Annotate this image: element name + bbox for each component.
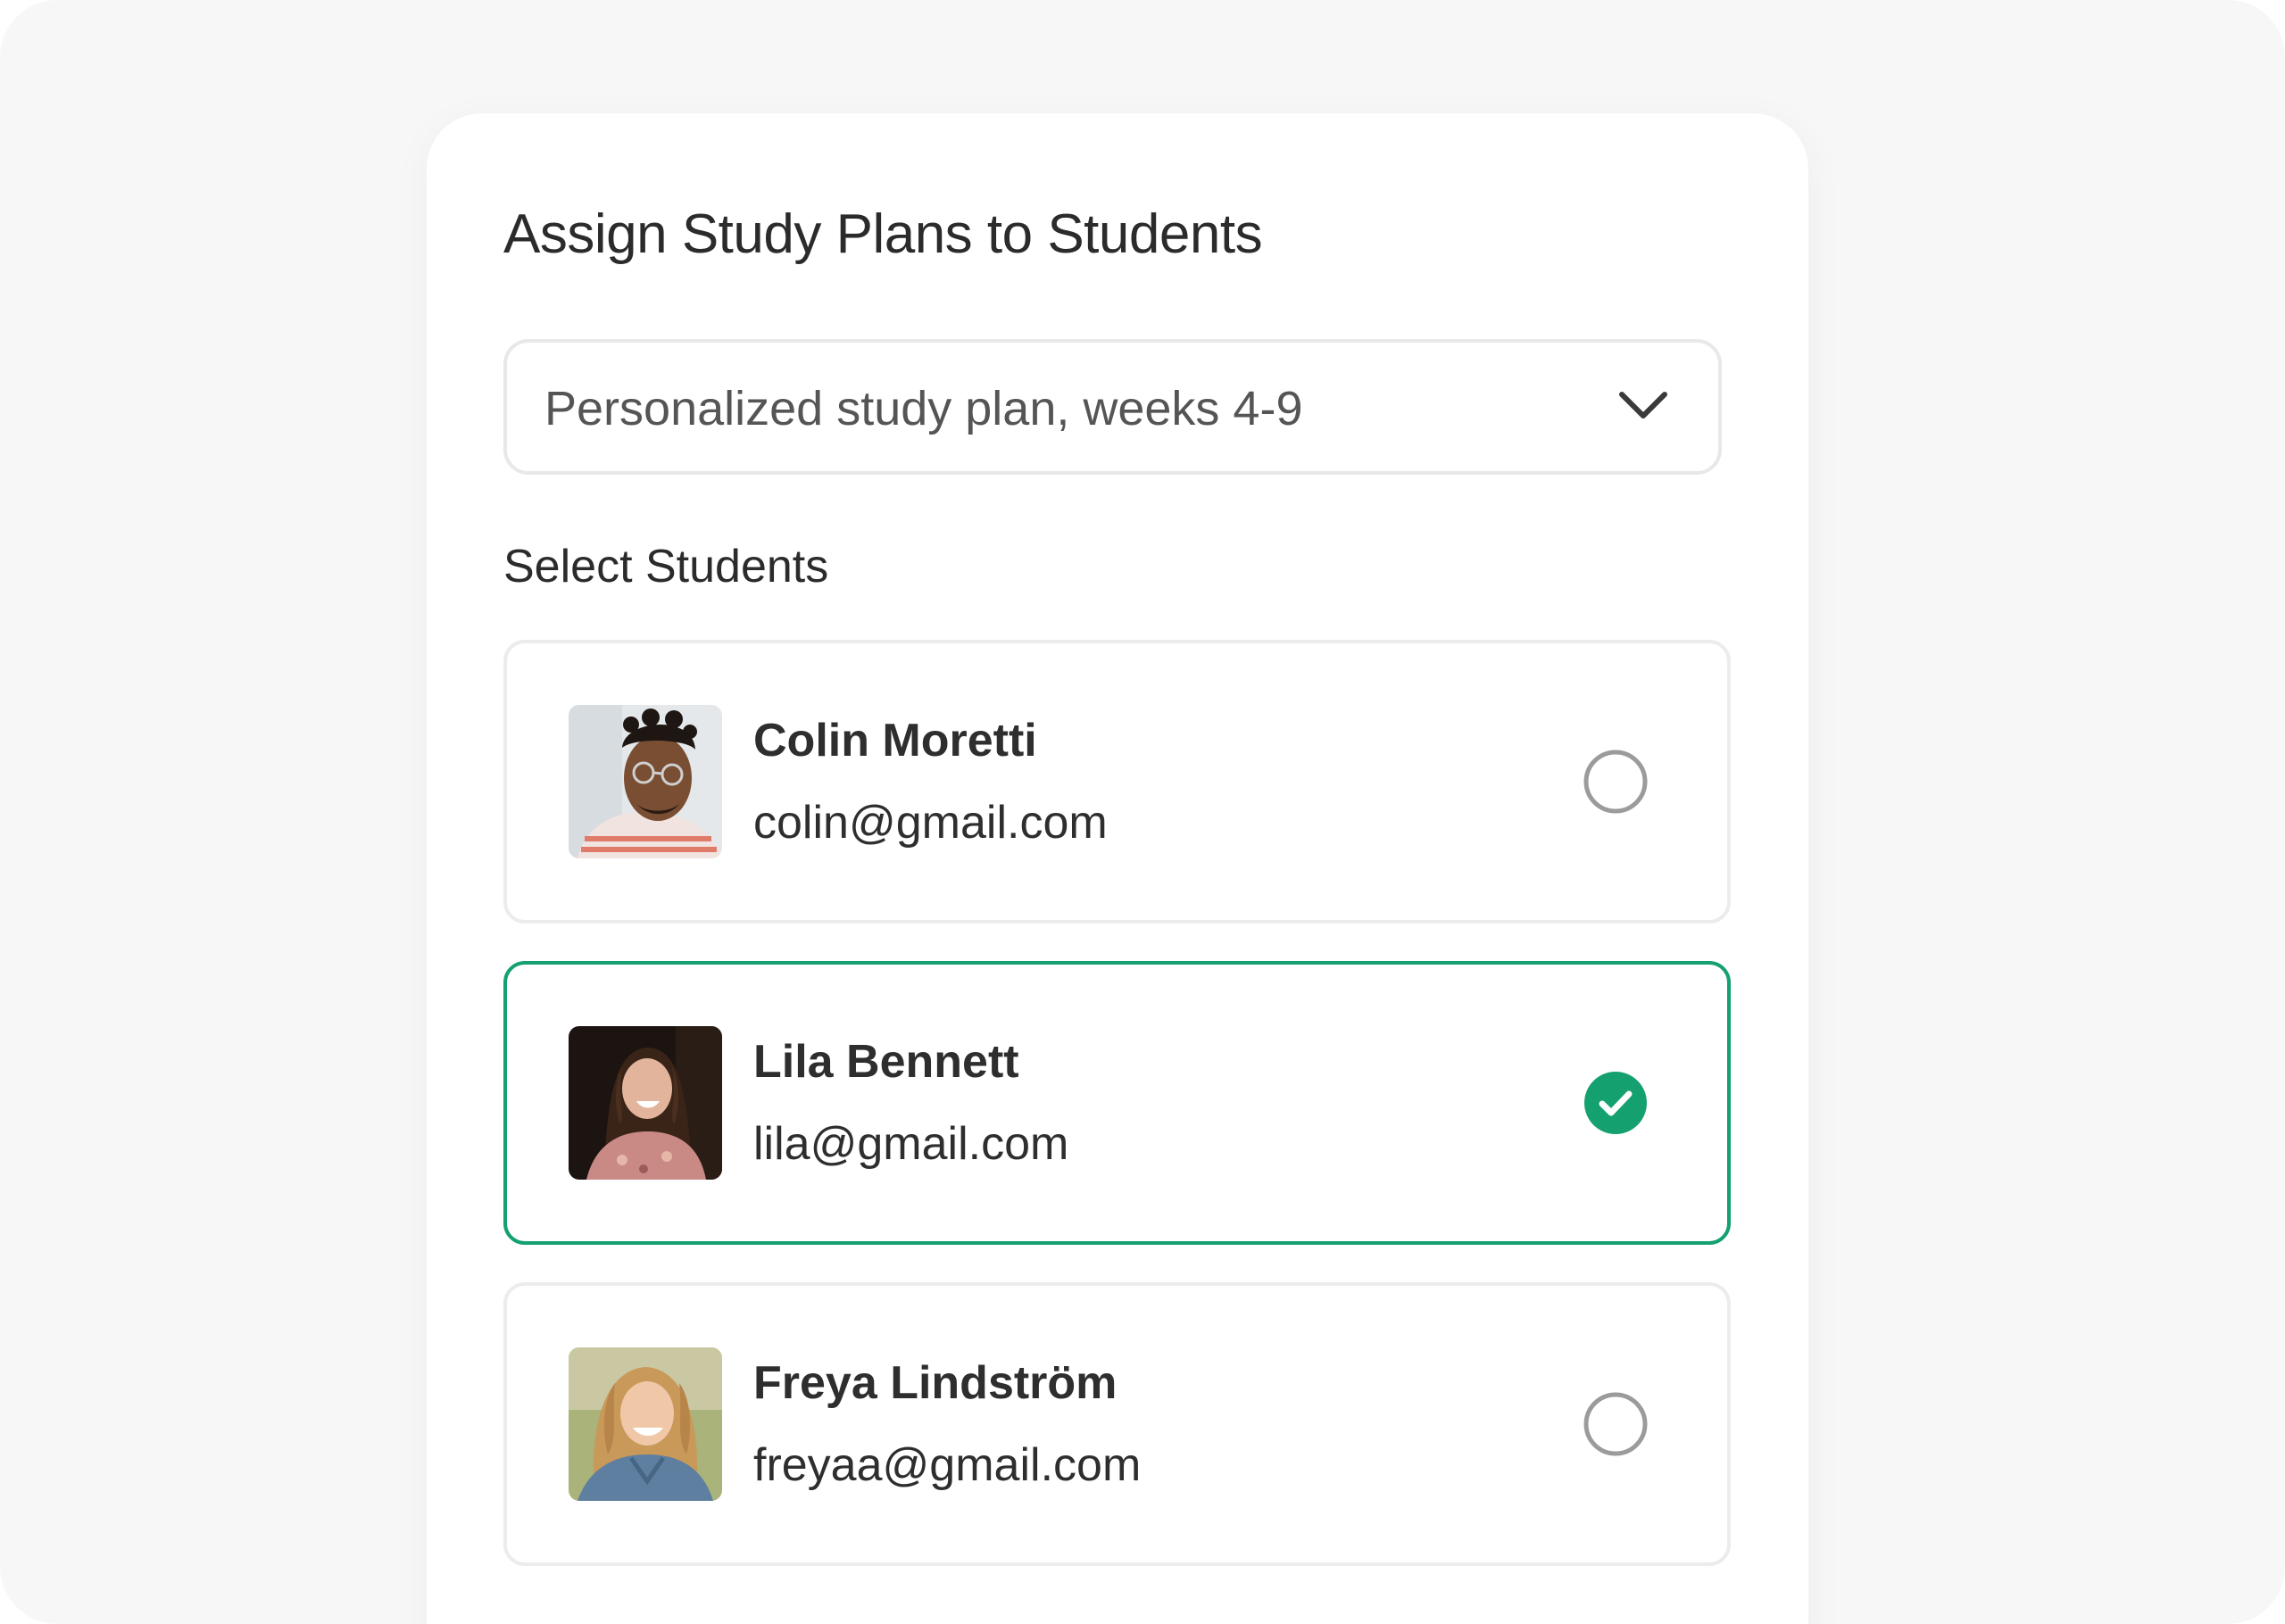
student-radio-checked[interactable]	[1583, 1070, 1649, 1136]
student-item-lila[interactable]: Lila Bennett lila@gmail.com	[503, 961, 1731, 1245]
student-radio-unchecked[interactable]	[1583, 1391, 1649, 1457]
student-email: lila@gmail.com	[753, 1118, 1069, 1170]
study-plan-selected-value: Personalized study plan, weeks 4-9	[544, 382, 1303, 435]
avatar	[569, 1347, 722, 1501]
student-email: freyaa@gmail.com	[753, 1439, 1142, 1491]
study-plan-dropdown[interactable]: Personalized study plan, weeks 4-9	[503, 339, 1722, 475]
select-students-label: Select Students	[503, 541, 829, 592]
page-background: Assign Study Plans to Students Personali…	[0, 0, 2285, 1624]
student-radio-unchecked[interactable]	[1583, 749, 1649, 815]
student-item-freya[interactable]: Freya Lindström freyaa@gmail.com	[503, 1282, 1731, 1566]
avatar	[569, 705, 722, 858]
page-title: Assign Study Plans to Students	[503, 203, 1263, 265]
student-email: colin@gmail.com	[753, 797, 1108, 849]
student-name: Colin Moretti	[753, 715, 1037, 766]
chevron-down-icon	[1616, 387, 1670, 423]
avatar	[569, 1026, 722, 1180]
student-name: Lila Bennett	[753, 1036, 1019, 1088]
student-name: Freya Lindström	[753, 1357, 1118, 1409]
student-item-colin[interactable]: Colin Moretti colin@gmail.com	[503, 640, 1731, 924]
assign-plan-card: Assign Study Plans to Students Personali…	[427, 113, 1808, 1624]
